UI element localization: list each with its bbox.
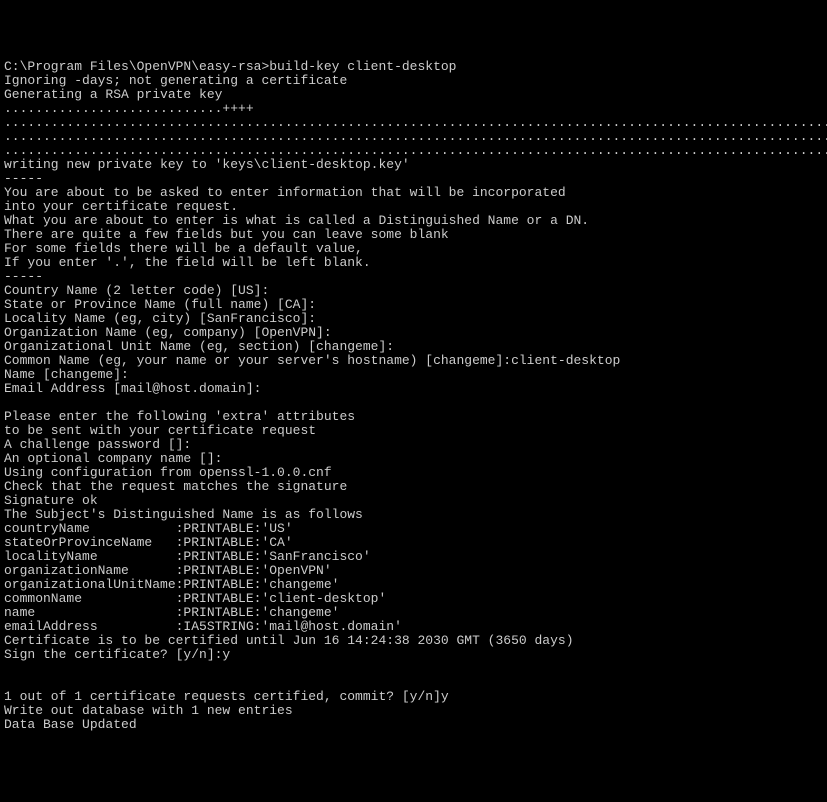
terminal-line: Data Base Updated — [4, 718, 823, 732]
terminal-line: If you enter '.', the field will be left… — [4, 256, 823, 270]
terminal-line: emailAddress :IA5STRING:'mail@host.domai… — [4, 620, 823, 634]
terminal-line: name :PRINTABLE:'changeme' — [4, 606, 823, 620]
terminal-line: Using configuration from openssl-1.0.0.c… — [4, 466, 823, 480]
terminal-line: Country Name (2 letter code) [US]: — [4, 284, 823, 298]
terminal-line: The Subject's Distinguished Name is as f… — [4, 508, 823, 522]
terminal-line: Check that the request matches the signa… — [4, 480, 823, 494]
terminal-line: Organizational Unit Name (eg, section) [… — [4, 340, 823, 354]
terminal-line: commonName :PRINTABLE:'client-desktop' — [4, 592, 823, 606]
terminal-line: Ignoring -days; not generating a certifi… — [4, 74, 823, 88]
terminal-line: Email Address [mail@host.domain]: — [4, 382, 823, 396]
terminal-line: Generating a RSA private key — [4, 88, 823, 102]
terminal-line: ........................................… — [4, 116, 823, 130]
terminal-line: Organization Name (eg, company) [OpenVPN… — [4, 326, 823, 340]
terminal-line — [4, 396, 823, 410]
terminal-line: localityName :PRINTABLE:'SanFrancisco' — [4, 550, 823, 564]
terminal-line: organizationalUnitName:PRINTABLE:'change… — [4, 578, 823, 592]
terminal-line: organizationName :PRINTABLE:'OpenVPN' — [4, 564, 823, 578]
terminal-line: Common Name (eg, your name or your serve… — [4, 354, 823, 368]
terminal-output[interactable]: C:\Program Files\OpenVPN\easy-rsa>build-… — [4, 60, 823, 732]
terminal-line: For some fields there will be a default … — [4, 242, 823, 256]
terminal-line: ----- — [4, 270, 823, 284]
terminal-line: You are about to be asked to enter infor… — [4, 186, 823, 200]
terminal-line: A challenge password []: — [4, 438, 823, 452]
terminal-line: into your certificate request. — [4, 200, 823, 214]
terminal-line: Name [changeme]: — [4, 368, 823, 382]
terminal-line: 1 out of 1 certificate requests certifie… — [4, 690, 823, 704]
terminal-line: An optional company name []: — [4, 452, 823, 466]
terminal-line: Write out database with 1 new entries — [4, 704, 823, 718]
terminal-line — [4, 662, 823, 676]
terminal-line — [4, 676, 823, 690]
terminal-line: There are quite a few fields but you can… — [4, 228, 823, 242]
terminal-line: ----- — [4, 172, 823, 186]
terminal-line: Sign the certificate? [y/n]:y — [4, 648, 823, 662]
terminal-line: ........................................… — [4, 144, 823, 158]
terminal-line: writing new private key to 'keys\client-… — [4, 158, 823, 172]
terminal-line: countryName :PRINTABLE:'US' — [4, 522, 823, 536]
terminal-line: What you are about to enter is what is c… — [4, 214, 823, 228]
terminal-line: Certificate is to be certified until Jun… — [4, 634, 823, 648]
terminal-line: Signature ok — [4, 494, 823, 508]
terminal-line: to be sent with your certificate request — [4, 424, 823, 438]
terminal-line: ............................++++ — [4, 102, 823, 116]
terminal-line: Locality Name (eg, city) [SanFrancisco]: — [4, 312, 823, 326]
terminal-line: State or Province Name (full name) [CA]: — [4, 298, 823, 312]
terminal-line: C:\Program Files\OpenVPN\easy-rsa>build-… — [4, 60, 823, 74]
terminal-line: Please enter the following 'extra' attri… — [4, 410, 823, 424]
terminal-line: stateOrProvinceName :PRINTABLE:'CA' — [4, 536, 823, 550]
terminal-line: ........................................… — [4, 130, 823, 144]
